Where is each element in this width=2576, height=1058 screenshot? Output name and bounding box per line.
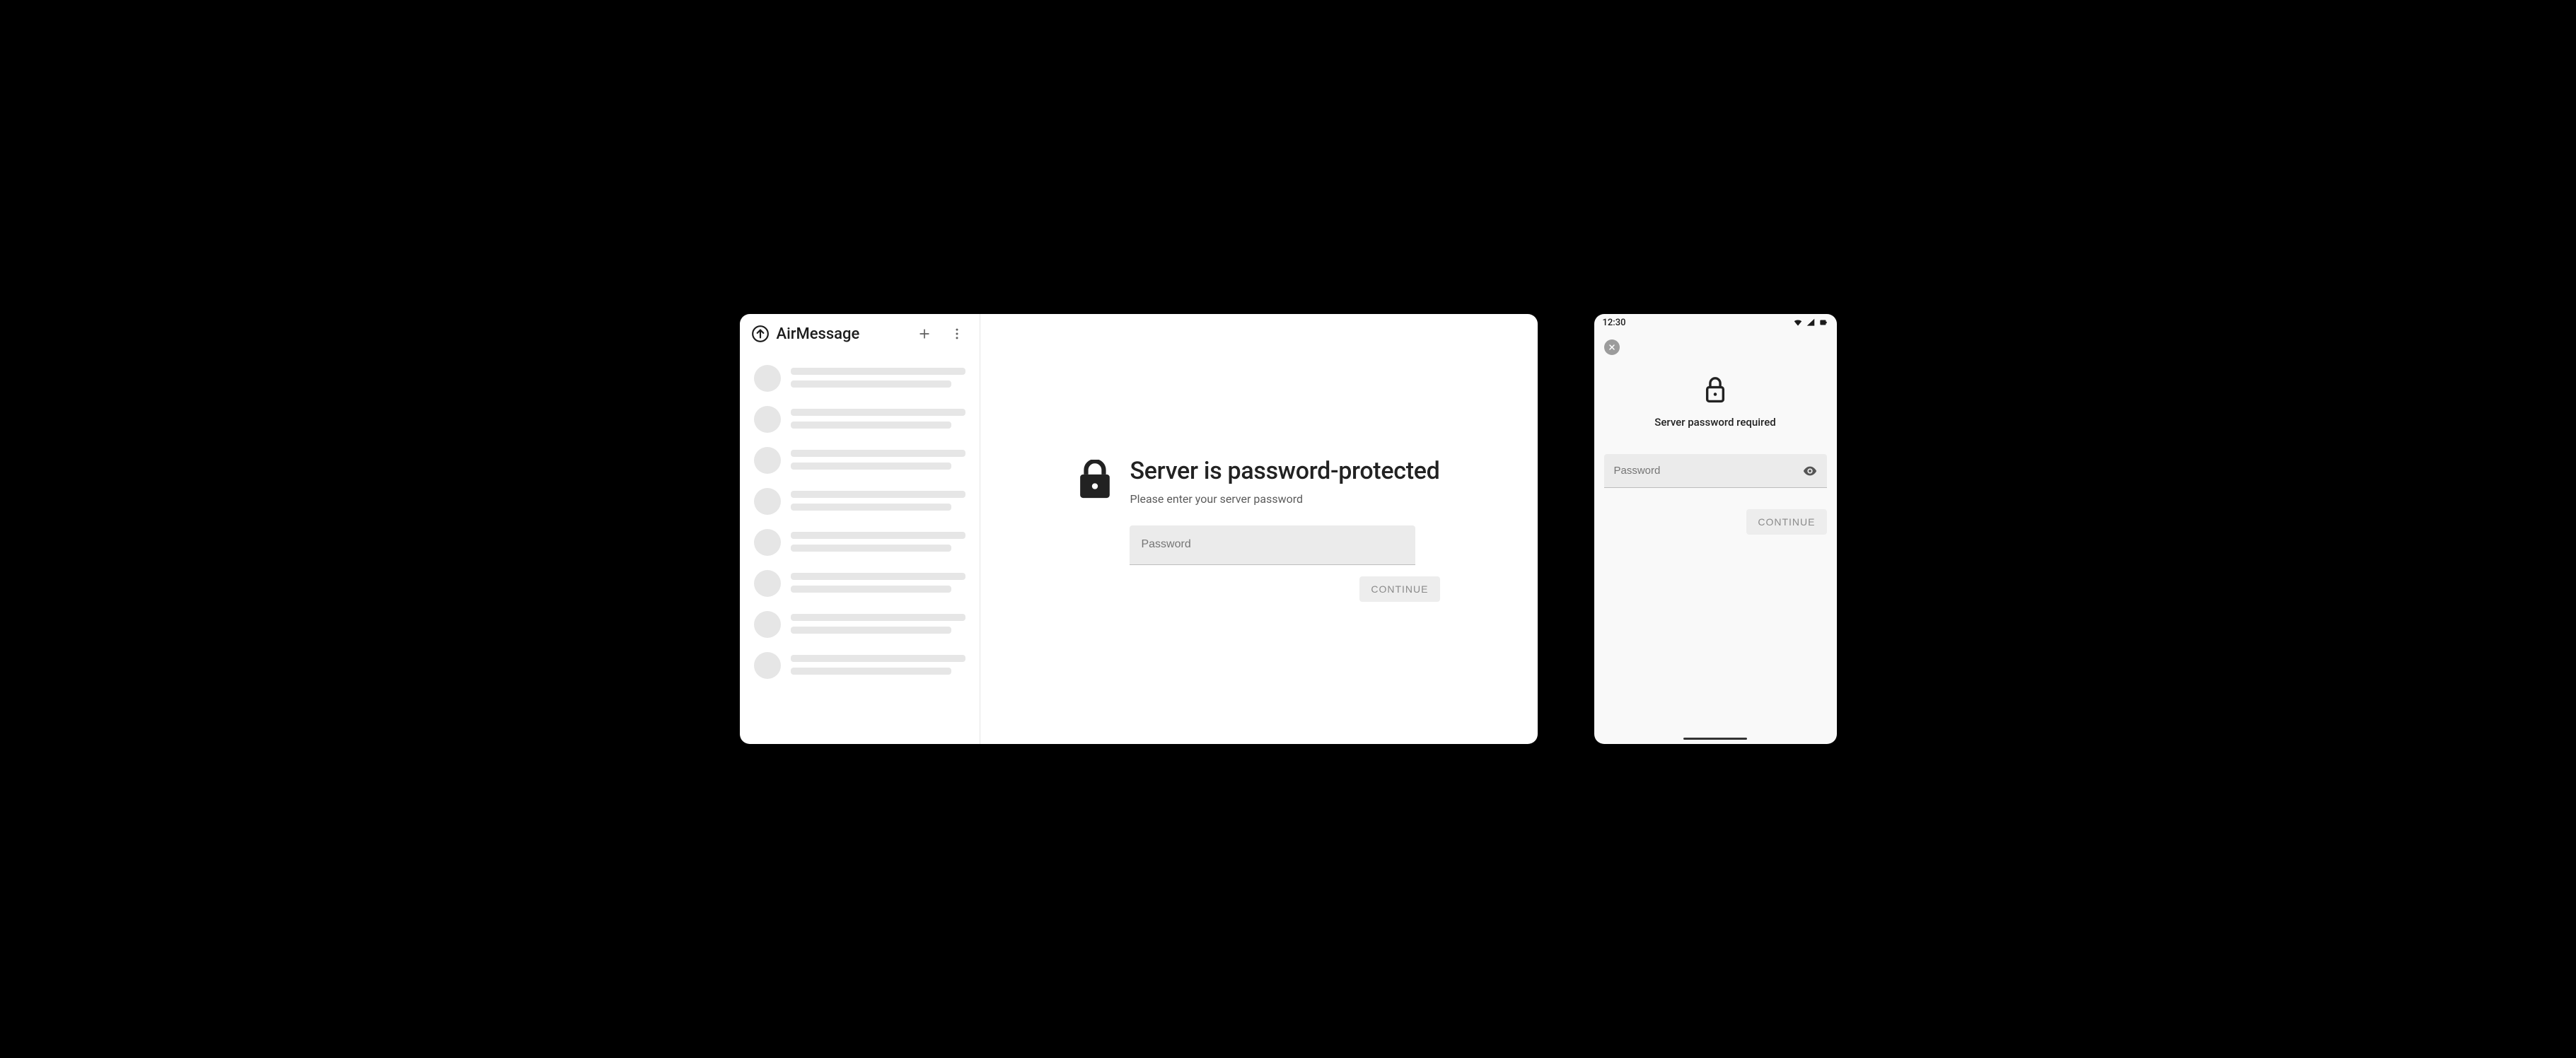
mobile-body: Server password required CONTINUE — [1594, 331, 1837, 744]
cellular-icon — [1806, 318, 1816, 327]
skeleton-line — [791, 614, 965, 621]
skeleton-line — [791, 627, 951, 634]
conversation-skeleton-row — [748, 481, 971, 522]
password-prompt-subtitle: Please enter your server password — [1130, 492, 1439, 506]
toggle-password-visibility-button[interactable] — [1797, 458, 1823, 484]
skeleton-line — [791, 504, 951, 511]
text-skeleton — [791, 570, 965, 593]
text-skeleton — [791, 611, 965, 634]
skeleton-line — [791, 450, 965, 457]
password-prompt-title: Server is password-protected — [1130, 457, 1439, 485]
skeleton-line — [791, 491, 965, 498]
continue-button[interactable]: CONTINUE — [1359, 576, 1439, 602]
new-conversation-button[interactable] — [912, 321, 937, 347]
avatar-skeleton — [754, 570, 781, 597]
skeleton-line — [791, 380, 951, 388]
status-indicators — [1793, 318, 1828, 327]
text-skeleton — [791, 406, 965, 429]
sidebar-header: AirMessage — [740, 314, 980, 352]
conversation-skeleton-row — [748, 358, 971, 399]
continue-button[interactable]: CONTINUE — [1746, 509, 1826, 535]
avatar-skeleton — [754, 488, 781, 515]
sidebar: AirMessage — [740, 314, 980, 744]
conversation-skeleton-row — [748, 399, 971, 440]
text-skeleton — [791, 365, 965, 388]
avatar-skeleton — [754, 365, 781, 392]
conversation-skeleton-row — [748, 604, 971, 645]
skeleton-line — [791, 668, 951, 675]
password-input[interactable] — [1604, 454, 1827, 488]
skeleton-line — [791, 368, 965, 375]
avatar-skeleton — [754, 447, 781, 474]
skeleton-line — [791, 409, 965, 416]
conversation-skeleton-row — [748, 440, 971, 481]
skeleton-line — [791, 422, 951, 429]
text-skeleton — [791, 652, 965, 675]
home-indicator[interactable] — [1683, 738, 1747, 740]
text-skeleton — [791, 529, 965, 552]
skeleton-line — [791, 655, 965, 662]
text-skeleton — [791, 488, 965, 511]
status-time: 12:30 — [1603, 318, 1626, 328]
conversation-skeleton-row — [748, 563, 971, 604]
lock-icon — [1077, 460, 1113, 501]
status-bar: 12:30 — [1594, 314, 1837, 331]
main-pane: Server is password-protected Please ente… — [980, 314, 1538, 744]
conversation-skeleton-row — [748, 522, 971, 563]
skeleton-line — [791, 463, 951, 470]
conversation-skeleton-row — [748, 645, 971, 686]
desktop-window: AirMessage S — [740, 314, 1538, 744]
mobile-password-title: Server password required — [1654, 416, 1775, 429]
skeleton-line — [791, 532, 965, 539]
conversation-list — [740, 352, 980, 744]
skeleton-line — [791, 573, 965, 580]
more-menu-button[interactable] — [944, 321, 970, 347]
avatar-skeleton — [754, 611, 781, 638]
avatar-skeleton — [754, 652, 781, 679]
app-title: AirMessage — [777, 325, 905, 343]
avatar-skeleton — [754, 406, 781, 433]
avatar-skeleton — [754, 529, 781, 556]
lock-icon — [1703, 376, 1727, 405]
password-input[interactable] — [1130, 525, 1415, 565]
close-button[interactable] — [1604, 339, 1620, 355]
skeleton-line — [791, 586, 951, 593]
battery-icon — [1818, 318, 1828, 327]
wifi-icon — [1793, 318, 1803, 327]
password-prompt: Server is password-protected Please ente… — [1077, 457, 1439, 602]
app-logo-icon — [751, 325, 770, 343]
mobile-window: 12:30 Server password required — [1594, 314, 1837, 744]
text-skeleton — [791, 447, 965, 470]
skeleton-line — [791, 545, 951, 552]
